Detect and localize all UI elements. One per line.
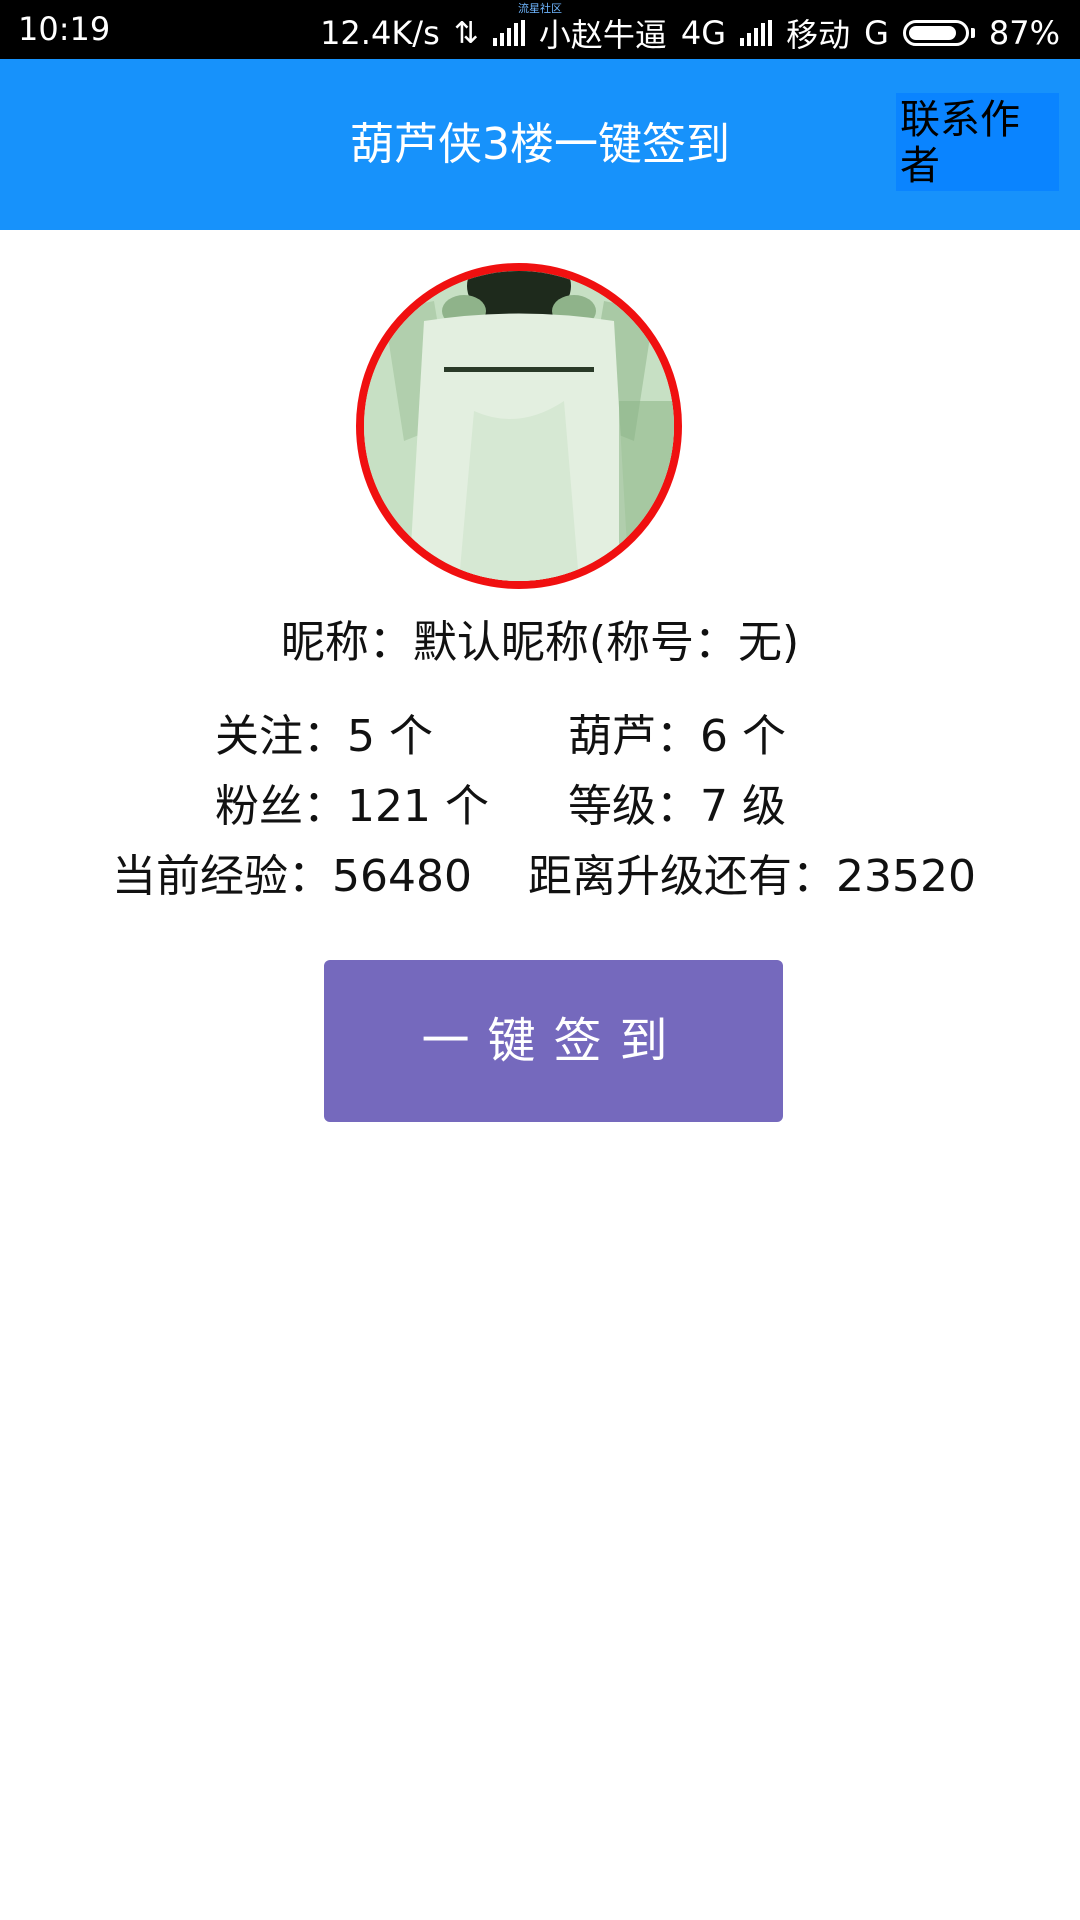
contact-author-button[interactable]: 联系作者: [896, 93, 1059, 191]
one-click-signin-button[interactable]: 一键签到: [324, 960, 783, 1122]
network-type-2: G: [864, 14, 889, 52]
avatar-image: [364, 271, 674, 581]
status-bar: 10:19 流星社区 12.4K/s ⇅ 小赵牛逼 4G 移动 G 87%: [0, 0, 1080, 59]
network-speed: 12.4K/s: [320, 14, 440, 52]
exp-to-next-level: 距离升级还有：23520: [528, 851, 976, 902]
signal-icon: [492, 20, 525, 46]
follow-count: 关注：5 个: [215, 711, 433, 762]
avatar[interactable]: [356, 263, 682, 589]
fans-count: 粉丝：121 个: [215, 781, 489, 832]
battery-icon: [902, 20, 975, 46]
signal-icon-2: [740, 20, 773, 46]
nickname-line: 昵称：默认昵称(称号：无): [280, 617, 800, 668]
app-bar: 葫芦侠3楼一键签到 联系作者: [0, 59, 1080, 230]
current-exp: 当前经验：56480: [112, 851, 472, 902]
carrier-1: 小赵牛逼: [538, 16, 667, 54]
network-type-1: 4G: [680, 14, 727, 52]
data-transfer-icon: ⇅: [453, 15, 479, 51]
gourd-count: 葫芦：6 个: [568, 711, 786, 762]
level-value: 等级：7 级: [568, 781, 786, 832]
status-right: 12.4K/s ⇅ 小赵牛逼 4G 移动 G 87%: [320, 10, 1060, 56]
carrier-2: 移动: [786, 16, 851, 54]
battery-percent: 87%: [988, 14, 1060, 52]
